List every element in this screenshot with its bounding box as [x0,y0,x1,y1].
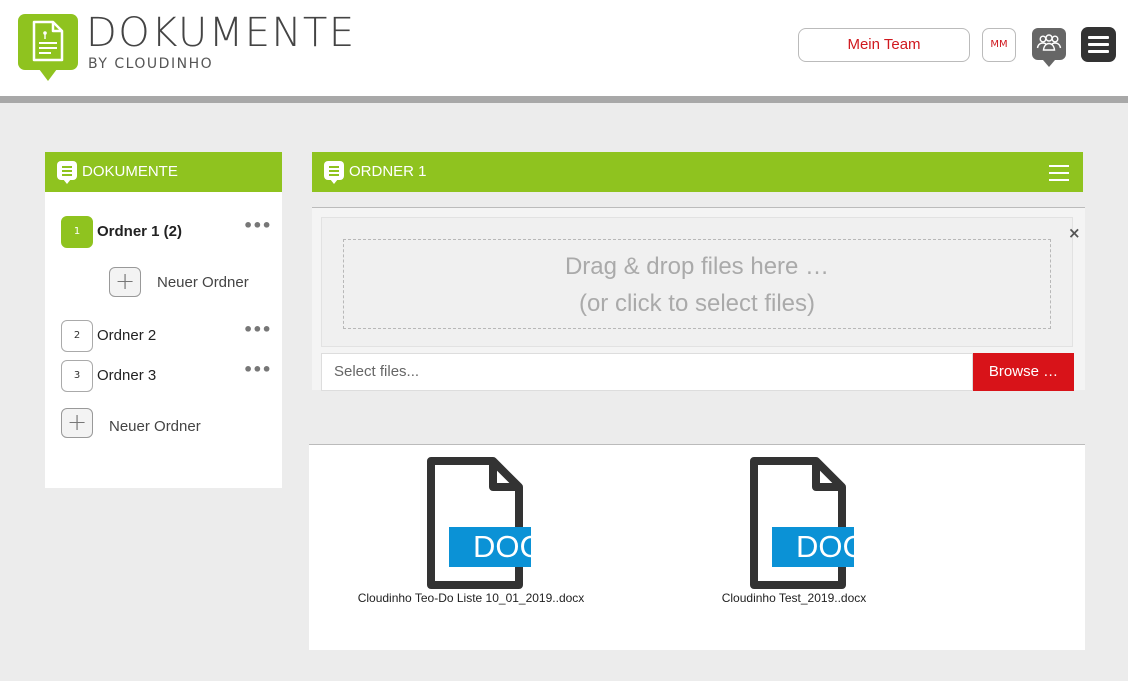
folder-menu-icon[interactable] [1049,165,1069,181]
new-subfolder-label[interactable]: Neuer Ordner [157,274,249,291]
folder-item-3[interactable]: 3 Ordner 3 [61,360,271,392]
browse-button[interactable]: Browse … [973,353,1074,391]
file-name: Cloudinho Test_2019..docx [721,591,867,605]
folder-label: Ordner 2 [97,327,157,344]
new-folder-label[interactable]: Neuer Ordner [109,418,201,435]
folder-item-1[interactable]: 1 Ordner 1 (2) [61,216,271,248]
folder-number-badge: 2 [61,320,93,352]
folders-panel-header: DOKUMENTE [45,152,282,192]
folder-content-title: ORDNER 1 [349,163,427,180]
my-team-button[interactable]: Mein Team [798,28,970,62]
dropzone-container: Drag & drop files here … (or click to se… [321,217,1081,347]
docx-file-icon [750,457,854,589]
ellipsis-icon[interactable]: ••• [243,320,272,339]
folder-number-badge: 1 [61,216,93,248]
brand-subtitle: BY CLOUDINHO [88,56,214,72]
file-name: Cloudinho Teo-Do Liste 10_01_2019..docx [357,591,585,605]
user-avatar[interactable]: MM [982,28,1016,62]
file-item[interactable]: DOCX Cloudinho Test_2019..docx [654,457,934,605]
menu-bar [1088,36,1109,39]
folders-panel-title: DOKUMENTE [82,163,178,180]
file-type-label: DOCX [473,529,563,564]
ellipsis-icon[interactable]: ••• [243,360,272,379]
team-group-icon[interactable] [1032,28,1066,67]
file-list: DOCX Cloudinho Teo-Do Liste 10_01_2019..… [309,444,1085,650]
document-icon [324,161,344,184]
file-type-label: DOCX [796,529,886,564]
add-folder-icon[interactable]: + [61,408,93,438]
menu-bar [1088,43,1109,46]
header-divider [0,96,1128,103]
folder-number-badge: 3 [61,360,93,392]
folder-content-header: ORDNER 1 [312,152,1083,192]
folder-label: Ordner 3 [97,367,157,384]
brand-title: DOKUMENTE [86,10,356,56]
main-menu-button[interactable] [1081,27,1116,62]
file-item[interactable]: DOCX Cloudinho Teo-Do Liste 10_01_2019..… [331,457,611,605]
upload-area: Drag & drop files here … (or click to se… [312,207,1085,391]
app-header: DOKUMENTE BY CLOUDINHO Mein Team MM [0,0,1128,96]
dropzone-line-1: Drag & drop files here … [564,253,830,280]
folders-panel: DOKUMENTE 1 Ordner 1 (2) ••• + Neuer Ord… [45,152,282,488]
dropzone-line-2: (or click to select files) [578,290,816,317]
file-select-input[interactable]: Select files... [321,353,973,391]
docx-file-icon [427,457,531,589]
menu-bar [1088,50,1109,53]
logo-document-icon[interactable] [18,14,78,81]
add-subfolder-icon[interactable]: + [109,267,141,297]
ellipsis-icon[interactable]: ••• [243,216,272,235]
file-dropzone[interactable]: Drag & drop files here … (or click to se… [343,239,1051,329]
document-icon [57,161,77,184]
folder-label: Ordner 1 (2) [97,223,183,240]
close-icon[interactable]: × [1068,224,1081,242]
folder-item-2[interactable]: 2 Ordner 2 [61,320,271,352]
